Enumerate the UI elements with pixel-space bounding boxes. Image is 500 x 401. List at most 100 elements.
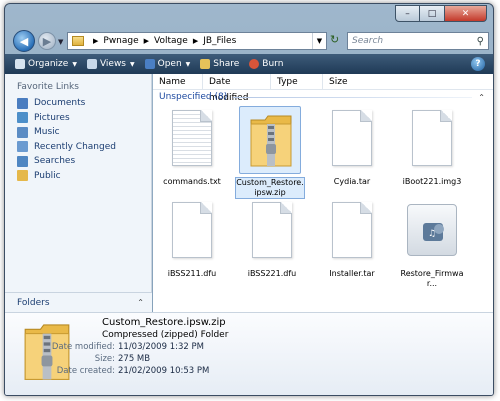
- maximize-button[interactable]: □: [420, 5, 445, 22]
- favorite-link-label: Recently Changed: [34, 141, 116, 152]
- help-icon[interactable]: ?: [471, 57, 485, 71]
- details-row-date-modified: Date modified: 11/03/2009 1:32 PM: [5, 342, 204, 352]
- file-thumbnail: [321, 106, 383, 174]
- share-icon: [200, 59, 211, 69]
- favorite-link-recently-changed[interactable]: Recently Changed: [17, 140, 116, 155]
- burn-icon: [249, 59, 260, 69]
- column-headers: Name Date modified Type Size: [153, 74, 493, 103]
- file-thumbnail: [401, 106, 463, 174]
- searches-icon: [17, 155, 28, 167]
- details-value[interactable]: 11/03/2009 1:32 PM: [118, 342, 204, 352]
- file-name: iBSS211.dfu: [167, 269, 217, 278]
- group-header[interactable]: Unspecified (8) ⌃: [159, 90, 485, 104]
- file-item[interactable]: iBoot221.img3: [397, 106, 467, 187]
- file-icon: [332, 202, 372, 258]
- column-header-type[interactable]: Type: [271, 74, 323, 90]
- title-bar: – □ ✕: [5, 4, 493, 28]
- file-name: Custom_Restore.ipsw.zip: [235, 177, 305, 199]
- open-label: Open: [157, 59, 182, 69]
- favorite-link-label: Public: [34, 170, 61, 181]
- organize-button[interactable]: Organize ▼: [15, 59, 77, 69]
- chevron-down-icon: ▼: [185, 60, 191, 68]
- back-button[interactable]: ◀: [13, 30, 35, 52]
- chevron-right-icon[interactable]: ▶: [93, 37, 98, 45]
- share-label: Share: [213, 59, 240, 69]
- file-item[interactable]: Custom_Restore.ipsw.zip: [235, 106, 305, 199]
- folders-toggle[interactable]: Folders ⌃: [5, 292, 152, 312]
- recent-pages-dropdown[interactable]: ▼: [58, 38, 63, 46]
- file-item[interactable]: commands.txt: [157, 106, 227, 187]
- burn-button[interactable]: Burn: [249, 59, 283, 69]
- file-item[interactable]: iBSS211.dfu: [157, 198, 227, 279]
- file-name: iBSS221.dfu: [247, 269, 297, 278]
- app-package-icon: ♫: [407, 204, 457, 256]
- file-list-pane: Name Date modified Type Size Unspecified…: [153, 74, 493, 312]
- folder-icon: [72, 36, 84, 46]
- search-input[interactable]: Search ⚲: [347, 32, 489, 50]
- file-icon: [172, 202, 212, 258]
- column-header-name[interactable]: Name: [153, 74, 203, 90]
- close-button[interactable]: ✕: [445, 5, 487, 22]
- details-key: Date modified:: [51, 342, 115, 352]
- address-bar[interactable]: ▶ Pwnage ▶ Voltage ▶ JB_Files ▼: [67, 32, 327, 50]
- organize-icon: [15, 59, 25, 69]
- favorite-link-music[interactable]: Music: [17, 125, 116, 140]
- chevron-down-icon: ▼: [130, 60, 135, 68]
- refresh-icon[interactable]: ↻: [330, 33, 339, 46]
- favorite-link-documents[interactable]: Documents: [17, 96, 116, 111]
- music-icon: [17, 126, 28, 138]
- text-file-icon: [172, 110, 212, 166]
- file-item[interactable]: ♫ Restore_Firmwar...: [397, 198, 467, 289]
- details-file-name: Custom_Restore.ipsw.zip: [102, 317, 226, 328]
- group-label: Unspecified (8): [159, 92, 228, 102]
- breadcrumb-item[interactable]: Pwnage: [103, 36, 138, 46]
- navigation-pane: Favorite Links Documents Pictures Music …: [5, 74, 152, 312]
- file-icon: [412, 110, 452, 166]
- pictures-icon: [17, 112, 28, 124]
- details-row-size: Size: 275 MB: [5, 354, 150, 364]
- views-label: Views: [99, 59, 126, 69]
- details-row-date-created: Date created: 21/02/2009 10:53 PM: [5, 366, 210, 376]
- favorite-link-searches[interactable]: Searches: [17, 154, 116, 169]
- chevron-right-icon[interactable]: ▶: [193, 37, 198, 45]
- chevron-right-icon[interactable]: ▶: [144, 37, 149, 45]
- details-key: Date created:: [56, 366, 115, 376]
- folders-label: Folders: [17, 297, 50, 308]
- chevron-up-icon[interactable]: ⌃: [478, 93, 485, 102]
- search-placeholder: Search: [352, 36, 384, 46]
- column-header-date-modified[interactable]: Date modified: [203, 74, 271, 103]
- file-item[interactable]: Cydia.tar: [317, 106, 387, 187]
- favorite-link-public[interactable]: Public: [17, 169, 116, 184]
- address-dropdown-icon[interactable]: ▼: [312, 33, 326, 49]
- file-icon: [252, 202, 292, 258]
- search-icon[interactable]: ⚲: [477, 36, 484, 47]
- breadcrumb-item[interactable]: Voltage: [154, 36, 188, 46]
- caption-buttons: – □ ✕: [395, 5, 487, 22]
- chevron-up-icon: ⌃: [137, 298, 144, 307]
- file-thumbnail: ♫: [401, 198, 463, 266]
- open-icon: [144, 59, 155, 69]
- burn-label: Burn: [262, 59, 284, 69]
- file-item[interactable]: iBSS221.dfu: [237, 198, 307, 279]
- command-bar: Organize ▼ Views ▼ Open ▼ Share Burn ?: [5, 54, 493, 74]
- column-header-size[interactable]: Size: [323, 74, 383, 90]
- views-button[interactable]: Views ▼: [86, 59, 135, 69]
- details-key: Size:: [94, 354, 115, 364]
- details-value: 275 MB: [118, 354, 151, 364]
- share-button[interactable]: Share: [200, 59, 239, 69]
- file-name: iBoot221.img3: [402, 177, 462, 186]
- forward-button[interactable]: ▶: [38, 32, 56, 50]
- details-value[interactable]: 21/02/2009 10:53 PM: [118, 366, 209, 376]
- breadcrumb-item[interactable]: JB_Files: [203, 36, 236, 46]
- file-thumbnail: [239, 106, 301, 174]
- favorite-link-pictures[interactable]: Pictures: [17, 111, 116, 126]
- file-name: Installer.tar: [329, 269, 375, 278]
- file-item[interactable]: Installer.tar: [317, 198, 387, 279]
- open-button[interactable]: Open ▼: [144, 59, 191, 69]
- favorite-link-label: Documents: [34, 98, 86, 109]
- file-thumbnail: [161, 106, 223, 174]
- minimize-button[interactable]: –: [395, 5, 420, 22]
- favorite-link-label: Pictures: [34, 112, 70, 123]
- details-file-type: Compressed (zipped) Folder: [102, 330, 229, 340]
- file-name: Restore_Firmwar...: [400, 269, 464, 288]
